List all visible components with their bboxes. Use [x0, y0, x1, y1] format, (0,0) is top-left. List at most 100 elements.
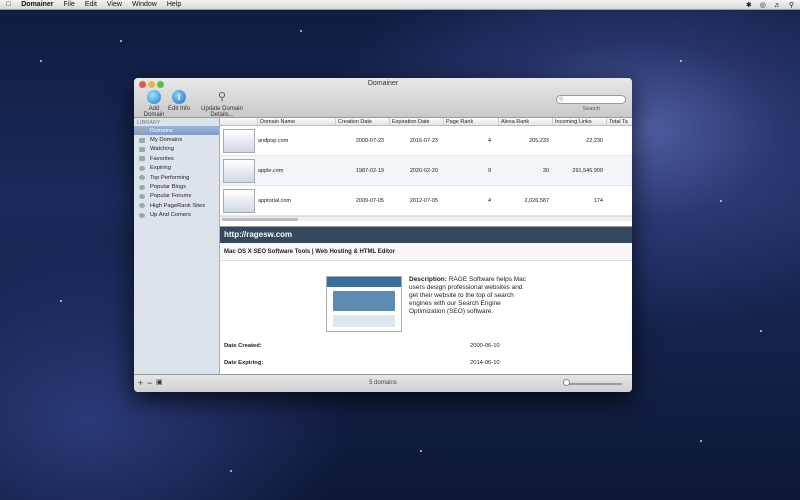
star [420, 450, 422, 452]
column-header-alexa-rank[interactable]: Alexa Rank [499, 118, 553, 125]
sidebar-item-watching[interactable]: Watching [134, 145, 219, 154]
detail-url[interactable]: http://ragesw.com [220, 227, 632, 243]
folder-icon [139, 128, 145, 134]
sidebar-item-label: Top Performing [150, 174, 190, 181]
sidebar-item-label: Expiring [150, 165, 171, 172]
wifi-icon[interactable]: ◎ [760, 1, 766, 9]
column-header-expiration-date[interactable]: Expiration Date [390, 118, 444, 125]
zoom-slider-track[interactable] [564, 383, 622, 385]
apple-menu-icon[interactable]:  [6, 1, 11, 8]
magnifier-icon: ⚲ [217, 91, 227, 103]
menubar:  Domainer File Edit View Window Help ✱ … [0, 0, 800, 10]
cell-alexa: 30 [542, 167, 549, 174]
domainer-window: Domainer Add Domain i Edit Info ⚲ Update… [134, 78, 632, 392]
sidebar-item-domains[interactable]: Domains [134, 126, 219, 136]
cell-created: 1987-02-19 [355, 167, 384, 174]
menubar-status-icons: ✱ ◎ ♬ ⚲ [746, 0, 794, 10]
sidebar-item-my-domains[interactable]: My Domains [134, 135, 219, 144]
smart-folder-icon [139, 203, 145, 209]
description-label: Description: [409, 276, 447, 283]
search-icon: ⚲ [559, 97, 564, 103]
edit-info-button[interactable]: i Edit Info [168, 90, 190, 112]
sidebar-item-label: Watching [150, 146, 174, 153]
sidebar-item-top-performing[interactable]: Top Performing [134, 173, 219, 182]
cell-created: 2000-07-23 [355, 137, 384, 144]
search-input[interactable]: ⚲ [556, 95, 626, 104]
screenshot-banner [333, 291, 395, 311]
smart-folder-icon [139, 165, 145, 171]
folder-icon [139, 156, 145, 162]
cell-pagerank: 9 [487, 167, 491, 174]
update-details-label: Update Domain Details... [201, 106, 243, 118]
star [300, 30, 302, 32]
bottom-bar: + − ▣ 5 domains [134, 374, 632, 392]
scrollbar-thumb[interactable] [222, 218, 298, 221]
star [230, 470, 232, 472]
date-expiring-value: 2014-06-10 [470, 360, 500, 366]
column-header-total[interactable]: Total Ta [607, 118, 632, 125]
info-icon: i [172, 90, 186, 104]
table-body: andpop.com 2000-07-23 2016-07-23 4 205,2… [220, 126, 632, 216]
site-thumbnail [223, 188, 255, 213]
table-row[interactable]: andpop.com 2000-07-23 2016-07-23 4 205,2… [220, 126, 632, 156]
cell-pagerank: 4 [487, 197, 491, 204]
spotlight-icon[interactable]: ⚲ [789, 1, 794, 9]
column-header-page-rank[interactable]: Page Rank [444, 118, 499, 125]
detail-page-title: Mac OS X SEO Software Tools | Web Hostin… [220, 243, 632, 261]
column-header-incoming-links[interactable]: Incoming Links [553, 118, 607, 125]
menu-file[interactable]: File [64, 1, 75, 8]
volume-icon[interactable]: ♬ [774, 2, 781, 9]
menu-window[interactable]: Window [132, 1, 157, 8]
cell-domain: andpop.com [258, 137, 289, 144]
site-thumbnail [223, 158, 255, 183]
sidebar-item-high-pagerank[interactable]: High PageRank Sites [134, 201, 219, 210]
sidebar-item-up-and-comers[interactable]: Up And Comers [134, 211, 219, 220]
cell-expires: 2016-07-23 [409, 137, 438, 144]
column-header-domain-name[interactable]: Domain Name [258, 118, 336, 125]
menu-view[interactable]: View [107, 1, 122, 8]
sidebar-item-popular-blogs[interactable]: Popular Blogs [134, 182, 219, 191]
horizontal-scrollbar[interactable] [220, 216, 632, 221]
sidebar-item-label: Domains [150, 127, 173, 134]
update-details-button[interactable]: ⚲ Update Domain Details... [194, 90, 250, 118]
site-screenshot [326, 276, 402, 332]
star [120, 40, 122, 42]
sidebar-item-label: High PageRank Sites [150, 202, 206, 209]
bluetooth-icon[interactable]: ✱ [746, 1, 752, 9]
cell-expires: 2012-07-05 [409, 197, 438, 204]
cell-domain: apple.com [258, 167, 284, 174]
table-row[interactable]: apple.com 1987-02-19 2020-02-20 9 30 291… [220, 156, 632, 186]
sidebar-item-popular-forums[interactable]: Popular Forums [134, 192, 219, 201]
cell-alexa: 205,233 [529, 137, 549, 144]
star [680, 60, 682, 62]
sidebar-item-favorites[interactable]: Favorites [134, 154, 219, 163]
menu-edit[interactable]: Edit [85, 1, 97, 8]
window-title: Domainer [367, 80, 399, 87]
smart-folder-icon [139, 212, 145, 218]
date-created-value: 2000-06-10 [470, 343, 500, 349]
table-row[interactable]: apptorial.com 2009-07-05 2012-07-05 4 2,… [220, 186, 632, 216]
zoom-slider-knob[interactable] [563, 379, 570, 386]
cell-created: 2009-07-05 [355, 197, 384, 204]
star [760, 330, 762, 332]
status-count: 5 domains [369, 380, 397, 386]
column-header-creation-date[interactable]: Creation Date [336, 118, 390, 125]
folder-icon [139, 137, 145, 143]
site-thumbnail [223, 128, 255, 153]
sidebar-item-label: Popular Blogs [150, 184, 187, 191]
search-label: Search [582, 106, 600, 112]
column-header-thumb[interactable] [220, 118, 258, 125]
titlebar: Domainer Add Domain i Edit Info ⚲ Update… [134, 78, 632, 118]
cell-links: 22,230 [586, 137, 603, 144]
star [60, 300, 62, 302]
sidebar-item-expiring[interactable]: Expiring [134, 164, 219, 173]
detail-description: Description: RAGE Software helps Mac use… [409, 276, 529, 316]
main-panel: Domain Name Creation Date Expiration Dat… [220, 118, 632, 374]
menu-app-name[interactable]: Domainer [21, 1, 53, 8]
date-created-label: Date Created: [224, 343, 262, 349]
sidebar-header: LIBRARY [137, 120, 161, 126]
smart-folder-icon [139, 193, 145, 199]
menu-help[interactable]: Help [167, 1, 181, 8]
add-domain-button[interactable]: Add Domain [138, 90, 170, 118]
cell-domain: apptorial.com [258, 197, 292, 204]
